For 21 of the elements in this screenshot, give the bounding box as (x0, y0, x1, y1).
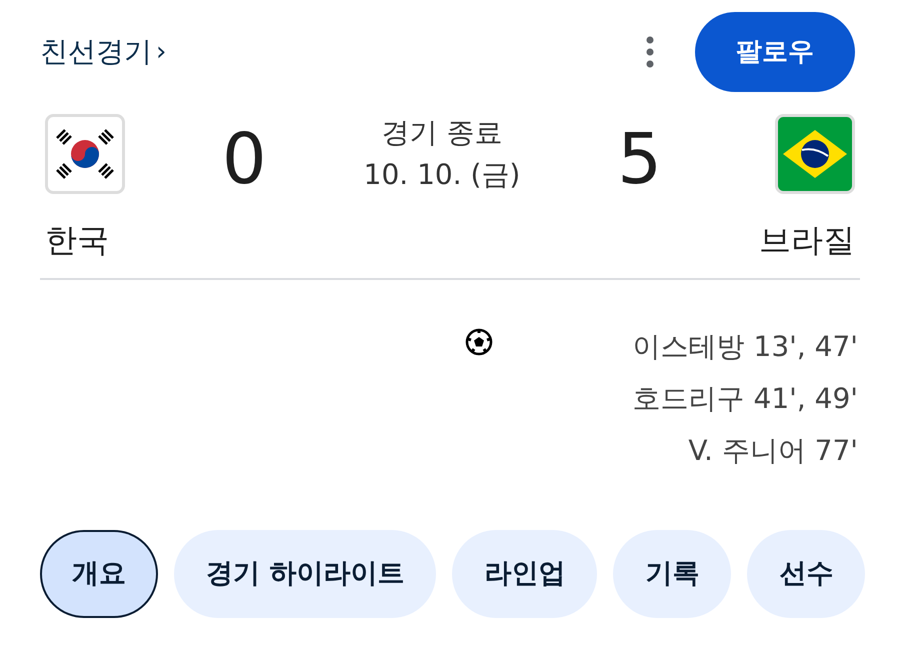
competition-title[interactable]: 친선경기 (40, 31, 152, 73)
team-name: 한국 (45, 220, 109, 261)
match-status: 경기 종료 (382, 115, 502, 151)
chevron-icon: › (156, 32, 166, 72)
team-score: 5 (617, 124, 662, 194)
follow-button[interactable]: 팔로우 (695, 12, 855, 92)
more-options-icon[interactable] (645, 36, 655, 68)
goal-scorer: 이스테방 13', 47' (632, 329, 858, 365)
tab-chip[interactable]: 개요 (40, 530, 158, 618)
tab-chip[interactable]: 경기 하이라이트 (174, 530, 436, 618)
tab-chip[interactable]: 라인업 (452, 530, 598, 618)
team-score: 0 (222, 124, 267, 194)
soccer-ball-icon (464, 328, 493, 356)
goal-scorer: V. 주니어 77' (688, 433, 858, 469)
flag-icon (45, 114, 125, 194)
match-date: 10. 10. (금) (364, 157, 520, 193)
flag-icon (775, 114, 855, 194)
goal-scorer: 호드리구 41', 49' (632, 381, 858, 417)
tab-chip[interactable]: 기록 (613, 530, 732, 618)
team-name: 브라질 (759, 220, 855, 261)
tab-chip[interactable]: 선수 (747, 530, 866, 618)
